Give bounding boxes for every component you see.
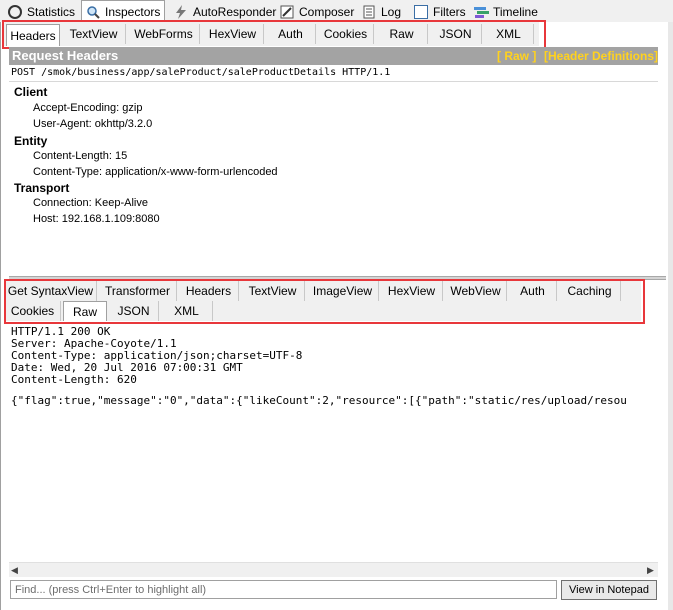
request-headers-title: Request Headers xyxy=(12,48,119,63)
checkbox-icon xyxy=(414,4,428,19)
tab-response-json[interactable]: JSON xyxy=(109,301,159,321)
find-input[interactable] xyxy=(10,580,557,599)
request-tab-bar: Headers TextView WebForms HexView Auth C… xyxy=(4,22,539,46)
magnifier-icon xyxy=(86,5,100,19)
group-transport: Transport xyxy=(14,181,70,195)
inspector-tab-bar: Statistics Inspectors AutoResponder Comp… xyxy=(0,0,673,23)
tab-autoresponder-label: AutoResponder xyxy=(193,4,277,19)
tab-filters[interactable]: Filters xyxy=(410,2,472,21)
tab-inspectors[interactable]: Inspectors xyxy=(81,0,165,23)
view-in-notepad-button[interactable]: View in Notepad xyxy=(561,580,657,600)
response-tab-bar: Get SyntaxView Transformer Headers TextV… xyxy=(5,281,641,321)
tab-response-caching[interactable]: Caching xyxy=(559,281,621,301)
tab-response-cookies[interactable]: Cookies xyxy=(5,301,61,321)
tab-timeline-label: Timeline xyxy=(493,4,538,19)
raw-link[interactable]: [ Raw ] xyxy=(497,49,536,63)
tab-composer[interactable]: Composer xyxy=(276,2,360,21)
group-client: Client xyxy=(14,85,48,99)
scroll-right-arrow-icon[interactable]: ▶ xyxy=(647,565,654,576)
header-item[interactable]: Host: 192.168.1.109:8080 xyxy=(33,213,160,225)
tab-response-auth[interactable]: Auth xyxy=(509,281,557,301)
request-line-divider xyxy=(9,81,658,82)
response-body: {"flag":true,"message":"0","data":{"like… xyxy=(11,394,627,407)
tab-composer-label: Composer xyxy=(299,4,355,19)
header-item[interactable]: Connection: Keep-Alive xyxy=(33,197,148,209)
tab-log[interactable]: Log xyxy=(358,2,407,21)
tab-response-syntaxview[interactable]: Get SyntaxView xyxy=(5,281,97,301)
log-icon xyxy=(362,5,376,19)
response-header-line: Content-Length: 620 xyxy=(11,373,137,386)
scroll-left-arrow-icon[interactable]: ◀ xyxy=(11,565,18,576)
tab-response-hexview[interactable]: HexView xyxy=(381,281,443,301)
tab-timeline[interactable]: Timeline xyxy=(470,2,544,21)
stopwatch-icon xyxy=(8,4,22,19)
tab-request-json[interactable]: JSON xyxy=(430,24,482,44)
pencil-icon xyxy=(280,5,294,19)
header-item[interactable]: Content-Length: 15 xyxy=(33,150,127,162)
tab-statistics[interactable]: Statistics xyxy=(4,2,81,21)
panel-scrollbar[interactable] xyxy=(668,22,673,610)
tab-filters-label: Filters xyxy=(433,4,466,19)
tab-request-headers[interactable]: Headers xyxy=(6,24,60,46)
tab-request-hexview[interactable]: HexView xyxy=(202,24,264,44)
tab-request-webforms[interactable]: WebForms xyxy=(128,24,200,44)
tab-response-headers[interactable]: Headers xyxy=(179,281,239,301)
tab-response-transformer[interactable]: Transformer xyxy=(99,281,177,301)
group-entity: Entity xyxy=(14,134,48,148)
tab-inspectors-label: Inspectors xyxy=(105,5,161,19)
request-headers-title-bar: Request Headers [ Raw ] [Header Definiti… xyxy=(9,47,658,65)
tab-log-label: Log xyxy=(381,4,402,19)
tab-response-webview[interactable]: WebView xyxy=(445,281,507,301)
tab-request-raw[interactable]: Raw xyxy=(376,24,428,44)
tab-request-xml[interactable]: XML xyxy=(484,24,534,44)
header-item[interactable]: User-Agent: okhttp/3.2.0 xyxy=(33,118,152,130)
response-horizontal-scrollbar[interactable]: ◀ ▶ xyxy=(9,562,658,577)
header-definitions-link[interactable]: [Header Definitions] xyxy=(544,49,658,63)
tab-autoresponder[interactable]: AutoResponder xyxy=(170,2,282,21)
lightning-icon xyxy=(174,4,188,19)
tab-response-raw[interactable]: Raw xyxy=(63,301,107,321)
tab-request-cookies[interactable]: Cookies xyxy=(318,24,374,44)
request-line: POST /smok/business/app/saleProduct/sale… xyxy=(11,67,391,78)
header-item[interactable]: Content-Type: application/x-www-form-url… xyxy=(33,166,278,178)
tab-request-auth[interactable]: Auth xyxy=(266,24,316,44)
tab-request-textview[interactable]: TextView xyxy=(62,24,126,44)
panel-splitter[interactable] xyxy=(9,276,666,280)
tab-response-xml[interactable]: XML xyxy=(161,301,213,321)
header-item[interactable]: Accept-Encoding: gzip xyxy=(33,102,142,114)
response-raw-headers: HTTP/1.1 200 OK Server: Apache-Coyote/1.1… xyxy=(11,326,302,386)
timeline-icon xyxy=(474,5,489,19)
tab-response-imageview[interactable]: ImageView xyxy=(307,281,379,301)
tab-response-textview[interactable]: TextView xyxy=(241,281,305,301)
tab-statistics-label: Statistics xyxy=(27,4,76,19)
